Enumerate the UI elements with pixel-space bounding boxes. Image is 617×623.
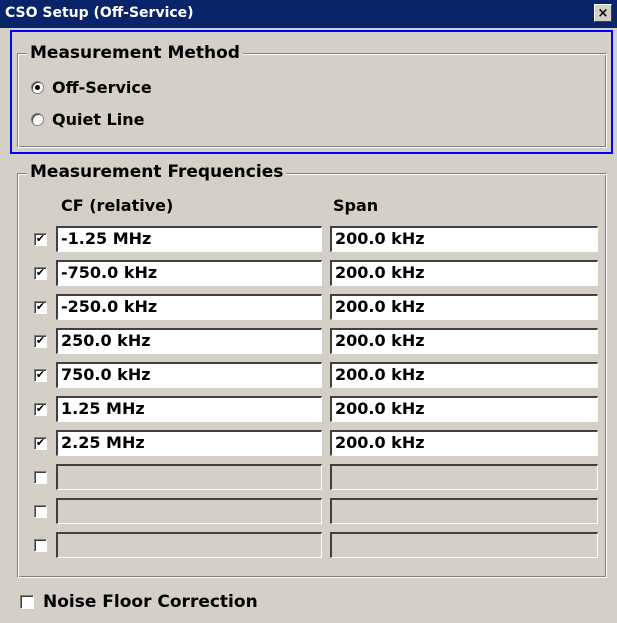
measurement-method-legend: Measurement Method	[27, 43, 243, 63]
span-input[interactable]: 200.0 kHz	[330, 362, 598, 388]
frequency-row: 750.0 kHz 200.0 kHz	[0, 362, 617, 388]
frequency-row: -1.25 MHz 200.0 kHz	[0, 226, 617, 252]
radio-button[interactable]	[31, 80, 44, 94]
row-enable-checkbox[interactable]	[34, 369, 47, 382]
cf-input[interactable]: -750.0 kHz	[56, 260, 322, 286]
frequency-row: 250.0 kHz 200.0 kHz	[0, 328, 617, 354]
row-enable-checkbox[interactable]	[34, 267, 47, 280]
radio-quiet-line[interactable]: Quiet Line	[31, 109, 144, 129]
noise-floor-checkbox[interactable]	[20, 595, 34, 609]
row-enable-checkbox[interactable]	[34, 403, 47, 416]
row-enable-checkbox[interactable]	[34, 233, 47, 246]
span-input[interactable]	[330, 498, 598, 524]
radio-off-service[interactable]: Off-Service	[31, 77, 152, 97]
window-title: CSO Setup (Off-Service)	[5, 5, 194, 21]
radio-label: Quiet Line	[52, 109, 145, 129]
span-input[interactable]: 200.0 kHz	[330, 226, 598, 252]
row-enable-checkbox[interactable]	[34, 437, 47, 450]
span-input[interactable]: 200.0 kHz	[330, 260, 598, 286]
cf-input[interactable]: 2.25 MHz	[56, 430, 322, 456]
cf-input[interactable]: 250.0 kHz	[56, 328, 322, 354]
cf-input[interactable]	[56, 464, 322, 490]
span-input[interactable]: 200.0 kHz	[330, 396, 598, 422]
span-input[interactable]	[330, 464, 598, 490]
column-header-cf: CF (relative)	[61, 196, 174, 215]
cf-input[interactable]: -1.25 MHz	[56, 226, 322, 252]
title-bar[interactable]: CSO Setup (Off-Service) ×	[0, 0, 617, 28]
noise-floor-label: Noise Floor Correction	[43, 592, 258, 612]
frequency-row: 2.25 MHz 200.0 kHz	[0, 430, 617, 456]
cf-input[interactable]: -250.0 kHz	[56, 294, 322, 320]
frequency-row: -750.0 kHz 200.0 kHz	[0, 260, 617, 286]
span-input[interactable]: 200.0 kHz	[330, 430, 598, 456]
cf-input[interactable]	[56, 532, 322, 558]
radio-label: Off-Service	[52, 77, 152, 97]
cf-input[interactable]	[56, 498, 322, 524]
frequency-row	[0, 464, 617, 490]
radio-button[interactable]	[31, 112, 44, 126]
cso-setup-dialog: CSO Setup (Off-Service) × Measurement Me…	[0, 0, 617, 623]
column-header-span: Span	[333, 196, 379, 215]
row-enable-checkbox[interactable]	[34, 471, 47, 484]
measurement-frequencies-legend: Measurement Frequencies	[27, 162, 287, 182]
span-input[interactable]: 200.0 kHz	[330, 294, 598, 320]
measurement-method-group	[17, 53, 607, 148]
span-input[interactable]	[330, 532, 598, 558]
frequency-row: -250.0 kHz 200.0 kHz	[0, 294, 617, 320]
noise-floor-correction-toggle[interactable]: Noise Floor Correction	[20, 591, 258, 613]
cf-input[interactable]: 1.25 MHz	[56, 396, 322, 422]
frequency-row: 1.25 MHz 200.0 kHz	[0, 396, 617, 422]
frequency-row	[0, 498, 617, 524]
row-enable-checkbox[interactable]	[34, 335, 47, 348]
cf-input[interactable]: 750.0 kHz	[56, 362, 322, 388]
row-enable-checkbox[interactable]	[34, 505, 47, 518]
close-icon: ×	[597, 6, 609, 21]
row-enable-checkbox[interactable]	[34, 301, 47, 314]
close-button[interactable]: ×	[594, 4, 612, 22]
row-enable-checkbox[interactable]	[34, 539, 47, 552]
frequency-row	[0, 532, 617, 558]
span-input[interactable]: 200.0 kHz	[330, 328, 598, 354]
